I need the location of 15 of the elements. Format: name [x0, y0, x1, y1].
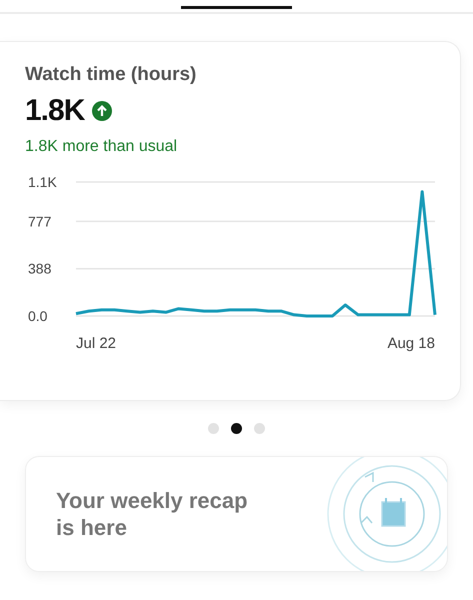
page-dot[interactable] [231, 423, 242, 434]
metric-value: 1.8K [25, 94, 84, 128]
y-axis-label: 777 [28, 213, 52, 230]
drag-handle[interactable] [181, 6, 292, 9]
x-axis-label: Aug 18 [387, 335, 435, 352]
page-dot[interactable] [208, 423, 219, 434]
recap-title: Your weekly recap is here [56, 486, 249, 542]
y-axis-label: 1.1K [28, 176, 57, 190]
page-dot[interactable] [254, 423, 265, 434]
comparison-text: 1.8K more than usual [25, 138, 178, 156]
card-title: Watch time (hours) [25, 64, 198, 86]
recap-card[interactable]: Your weekly recap is here [25, 456, 448, 572]
y-axis-label: 0.0 [28, 308, 48, 324]
x-axis-label: Jul 22 [76, 335, 116, 352]
y-axis-label: 388 [28, 260, 52, 277]
